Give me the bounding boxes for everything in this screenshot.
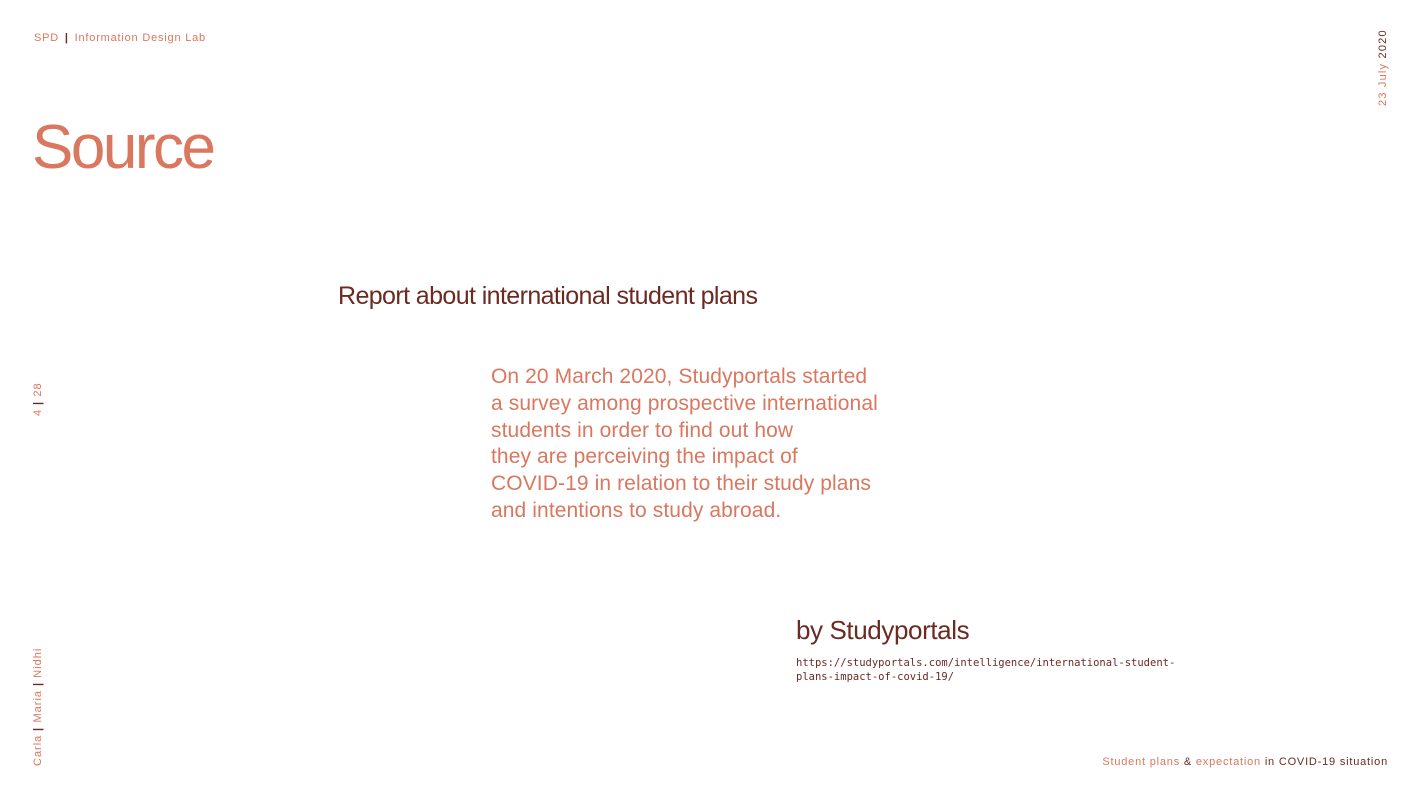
author-name: Nidhi bbox=[32, 647, 44, 678]
header-lab: Information Design Lab bbox=[74, 32, 206, 44]
date-year: 2020 bbox=[1377, 29, 1389, 59]
date-label: 23 July 2020 bbox=[1377, 29, 1391, 106]
footer-part2: expectation bbox=[1195, 756, 1261, 768]
source-url[interactable]: https://studyportals.com/intelligence/in… bbox=[796, 657, 1175, 685]
footer-caption: Student plans & expectation in COVID-19 … bbox=[1102, 756, 1388, 768]
source-name: by Studyportals bbox=[796, 615, 970, 645]
body-line: COVID-19 in relation to their study plan… bbox=[491, 472, 871, 496]
report-heading: Report about international student plans bbox=[338, 282, 758, 310]
source-url-line[interactable]: https://studyportals.com/intelligence/in… bbox=[796, 657, 1175, 671]
footer-part3: in COVID-19 situation bbox=[1264, 756, 1388, 768]
body-line: and intentions to study abroad. bbox=[491, 498, 782, 522]
author-separator: | bbox=[32, 681, 44, 686]
page-total: 28 bbox=[32, 382, 44, 397]
page-title: Source bbox=[32, 113, 216, 182]
page-current: 4 bbox=[32, 408, 44, 416]
footer-part1: Student plans bbox=[1102, 756, 1181, 768]
body-line: a survey among prospective international bbox=[491, 391, 878, 415]
date-day-month: 23 July bbox=[1377, 62, 1389, 106]
body-line: On 20 March 2020, Studyportals started bbox=[491, 365, 868, 388]
source-url-line[interactable]: plans-impact-of-covid-19/ bbox=[796, 671, 1156, 685]
author-name: Carla bbox=[32, 734, 44, 766]
header-brand: SPD | Information Design Lab bbox=[34, 32, 206, 44]
author-separator: | bbox=[32, 726, 44, 731]
body-line: students in order to find out how bbox=[491, 418, 794, 442]
author-name: Maria bbox=[32, 689, 44, 723]
page-separator: | bbox=[32, 400, 44, 405]
page-number: 4 | 28 bbox=[32, 382, 46, 416]
header-org: SPD bbox=[34, 32, 60, 44]
header-separator: | bbox=[64, 32, 69, 44]
body-line: they are perceiving the impact of bbox=[491, 445, 798, 469]
footer-amp: & bbox=[1183, 756, 1193, 768]
body-paragraph: On 20 March 2020, Studyportals started a… bbox=[491, 364, 911, 525]
authors-list: Carla | Maria | Nidhi bbox=[32, 648, 46, 766]
